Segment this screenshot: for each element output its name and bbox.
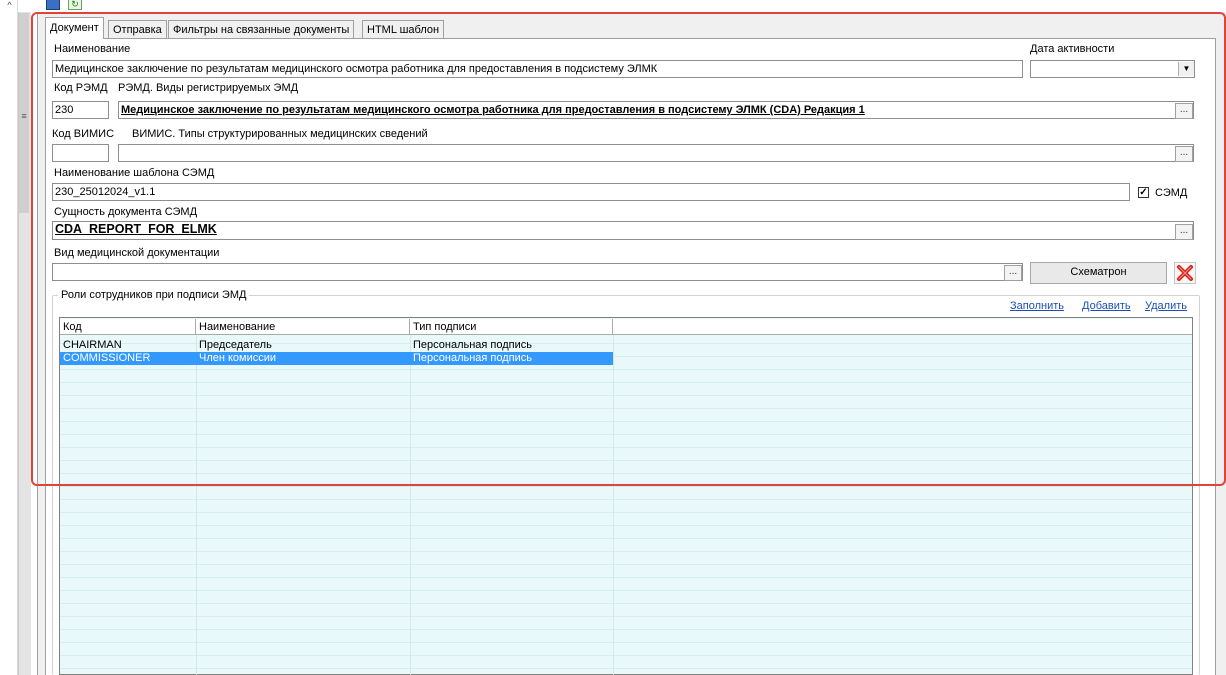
column-header-code[interactable]: Код xyxy=(60,319,196,335)
row-1-code[interactable]: CHAIRMAN xyxy=(60,339,196,352)
checkbox-checked-icon[interactable]: ✓ xyxy=(1138,187,1149,198)
remd-type-picker-button[interactable]: ... xyxy=(1175,103,1193,119)
column-header-filler xyxy=(613,319,1192,335)
med-doc-type-label: Вид медицинской документации xyxy=(54,247,220,259)
semd-entity-label: Сущность документа СЭМД xyxy=(54,206,198,218)
row-1-sign-type[interactable]: Персональная подпись xyxy=(410,339,613,352)
name-label: Наименование xyxy=(54,43,131,55)
semd-entity-field[interactable]: CDA_REPORT_FOR_ELMK xyxy=(52,221,1194,240)
column-divider xyxy=(613,335,614,675)
active-date-label: Дата активности xyxy=(1030,43,1115,55)
refresh-icon[interactable]: ↻ xyxy=(68,0,82,10)
delete-link[interactable]: Удалить xyxy=(1145,300,1187,312)
tab-label: Документ xyxy=(50,22,99,34)
column-header-name[interactable]: Наименование xyxy=(196,319,410,335)
remd-code-label: Код РЭМД xyxy=(54,82,108,94)
vimis-code-field[interactable] xyxy=(52,144,109,162)
tab-document[interactable]: Документ xyxy=(45,17,104,39)
semd-checkbox-label: СЭМД xyxy=(1155,187,1188,199)
save-icon[interactable] xyxy=(46,0,60,10)
column-header-sign-type[interactable]: Тип подписи xyxy=(410,319,613,335)
schematron-button[interactable]: Схематрон xyxy=(1030,262,1167,284)
column-divider xyxy=(410,335,411,675)
semd-entity-picker-button[interactable]: ... xyxy=(1175,224,1193,240)
active-date-combo[interactable] xyxy=(1030,60,1195,78)
delete-button[interactable] xyxy=(1174,262,1196,284)
vimis-type-picker-button[interactable]: ... xyxy=(1175,146,1193,162)
left-panel-strip xyxy=(0,0,18,675)
med-doc-type-picker-button[interactable]: ... xyxy=(1004,265,1022,281)
remd-types-label: РЭМД. Виды регистрируемых ЭМД xyxy=(118,82,299,94)
chevron-up-icon[interactable]: ^ xyxy=(3,0,16,11)
semd-template-field[interactable]: 230_25012024_v1.1 xyxy=(52,183,1130,201)
column-divider xyxy=(196,335,197,675)
remd-code-field[interactable]: 230 xyxy=(52,101,109,119)
tab-html-template[interactable]: HTML шаблон xyxy=(362,20,445,39)
row-1-name[interactable]: Председатель xyxy=(196,339,410,352)
red-x-delete-icon xyxy=(1177,265,1193,281)
vimis-types-label: ВИМИС. Типы структурированных медицински… xyxy=(132,128,428,140)
tab-sending[interactable]: Отправка xyxy=(108,20,167,39)
roles-group-title: Роли сотрудников при подписи ЭМД xyxy=(58,289,250,302)
tab-linked-filters[interactable]: Фильтры на связанные документы xyxy=(168,20,355,39)
fill-link[interactable]: Заполнить xyxy=(1010,300,1064,312)
tab-label: Отправка xyxy=(113,24,162,36)
row-2-name[interactable]: Член комиссии xyxy=(196,352,410,365)
vimis-code-label: Код ВИМИС xyxy=(52,128,115,140)
med-doc-type-field[interactable] xyxy=(52,263,1023,281)
name-field[interactable]: Медицинское заключение по результатам ме… xyxy=(52,60,1023,78)
add-link[interactable]: Добавить xyxy=(1082,300,1131,312)
tab-label: HTML шаблон xyxy=(367,24,440,36)
grip-icon: ≡ xyxy=(21,111,27,121)
row-2-sign-type[interactable]: Персональная подпись xyxy=(410,352,613,365)
row-2-code[interactable]: COMMISSIONER xyxy=(60,352,196,365)
roles-grid[interactable] xyxy=(59,317,1193,675)
tab-label: Фильтры на связанные документы xyxy=(173,24,350,36)
remd-type-field[interactable]: Медицинское заключение по результатам ме… xyxy=(118,101,1194,119)
vimis-type-field[interactable] xyxy=(118,144,1194,162)
semd-template-label: Наименование шаблона СЭМД xyxy=(54,167,215,179)
dropdown-arrow-icon[interactable]: ▼ xyxy=(1178,62,1194,76)
